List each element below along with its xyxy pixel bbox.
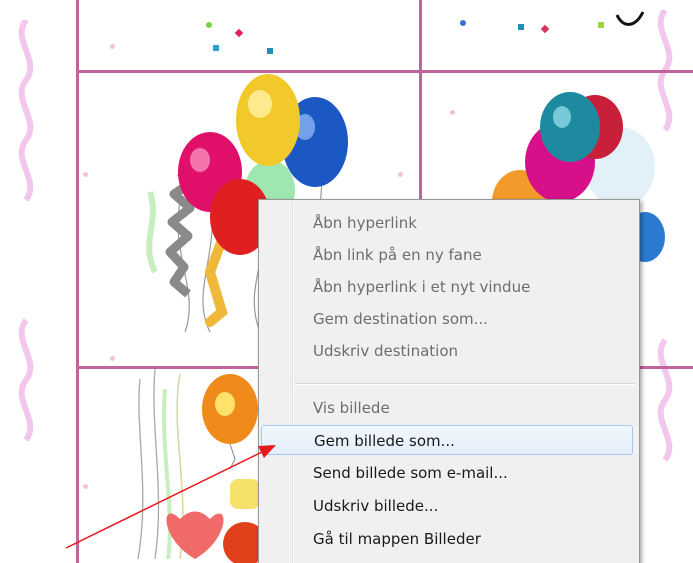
web-page-background: Åbn hyperlink Åbn link på en ny fane Åbn…	[0, 0, 693, 563]
pointer-arrow-icon	[65, 445, 276, 549]
